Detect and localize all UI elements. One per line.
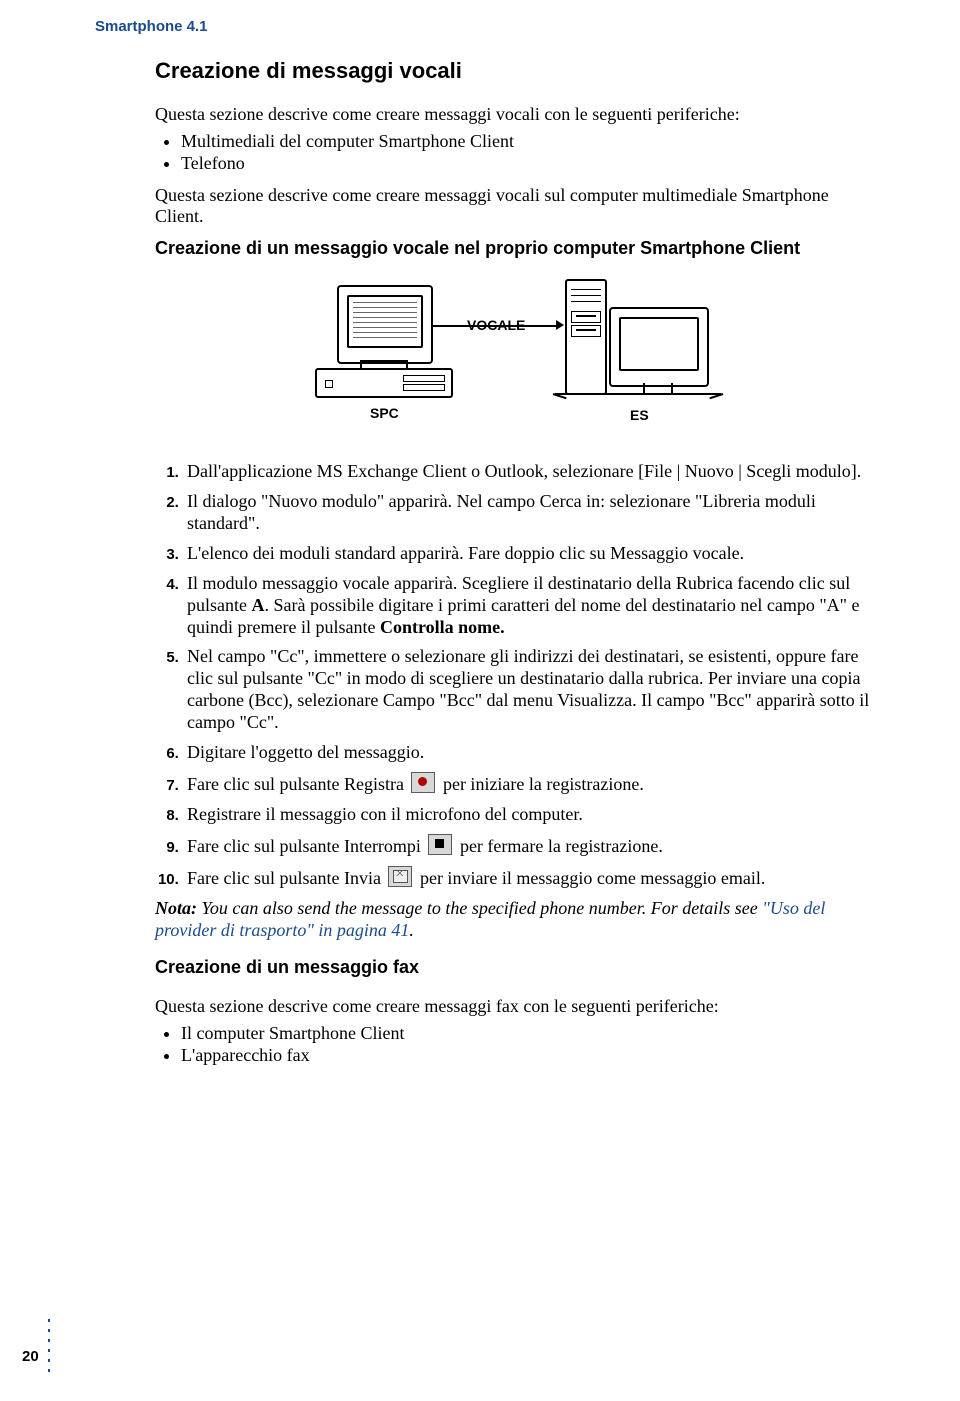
text: per fermare la registrazione.: [455, 836, 662, 856]
record-icon: [411, 772, 435, 793]
arrow-head-icon: [556, 320, 564, 330]
note-paragraph: Nota: You can also send the message to t…: [155, 898, 875, 941]
intro-paragraph-2: Questa sezione descrive come creare mess…: [155, 185, 875, 228]
tower-icon: [565, 279, 607, 395]
spc-base-icon: [315, 368, 453, 398]
content-area: Creazione di messaggi vocali Questa sezi…: [155, 58, 875, 1077]
fax-intro: Questa sezione descrive come creare mess…: [155, 996, 875, 1018]
subheading-vocal: Creazione di un messaggio vocale nel pro…: [155, 238, 875, 259]
step-4: Il modulo messaggio vocale apparirà. Sce…: [183, 573, 875, 639]
step-1: Dall'applicazione MS Exchange Client o O…: [183, 461, 875, 483]
es-label: ES: [630, 407, 649, 423]
page-number: 20: [22, 1348, 39, 1365]
note-tail: .: [409, 920, 414, 940]
send-icon: [388, 866, 412, 887]
step-2: Il dialogo "Nuovo modulo" apparirà. Nel …: [183, 491, 875, 535]
step-8: Registrare il messaggio con il microfono…: [183, 804, 875, 826]
spc-monitor-icon: [337, 285, 433, 364]
intro-bullet-list: Multimediali del computer Smartphone Cli…: [155, 130, 875, 175]
vocale-label: VOCALE: [467, 317, 525, 333]
step-5: Nel campo "Cc", immettere o selezionare …: [183, 646, 875, 734]
list-item: L'apparecchio fax: [181, 1044, 875, 1067]
running-head: Smartphone 4.1: [95, 18, 208, 35]
text: per inviare il messaggio come messaggio …: [415, 868, 765, 888]
es-foot-icon: [555, 393, 721, 395]
steps-list: Dall'applicazione MS Exchange Client o O…: [155, 461, 875, 890]
note-body: You can also send the message to the spe…: [197, 898, 762, 918]
text: Fare clic sul pulsante Invia: [187, 868, 385, 888]
step-3: L'elenco dei moduli standard apparirà. F…: [183, 543, 875, 565]
step-6: Digitare l'oggetto del messaggio.: [183, 742, 875, 764]
spc-label: SPC: [370, 405, 399, 421]
margin-dots-icon: [48, 1319, 50, 1379]
intro-paragraph-1: Questa sezione descrive come creare mess…: [155, 104, 875, 126]
text: Fare clic sul pulsante Registra: [187, 774, 408, 794]
step-7: Fare clic sul pulsante Registra per iniz…: [183, 772, 875, 796]
es-monitor-icon: [609, 307, 709, 387]
bold-A: A: [252, 595, 265, 615]
fax-bullet-list: Il computer Smartphone Client L'apparecc…: [155, 1022, 875, 1067]
subheading-fax: Creazione di un messaggio fax: [155, 957, 875, 978]
section-title: Creazione di messaggi vocali: [155, 58, 875, 84]
text: . Sarà possibile digitare i primi caratt…: [187, 595, 860, 637]
text: Fare clic sul pulsante Interrompi: [187, 836, 425, 856]
spc-es-diagram: SPC VOCALE ES: [255, 277, 775, 447]
text: per iniziare la registrazione.: [438, 774, 643, 794]
list-item: Il computer Smartphone Client: [181, 1022, 875, 1045]
list-item: Telefono: [181, 152, 875, 175]
step-10: Fare clic sul pulsante Invia per inviare…: [183, 866, 875, 890]
note-label: Nota:: [155, 898, 197, 918]
stop-icon: [428, 834, 452, 855]
bold-controlla: Controlla nome.: [380, 617, 505, 637]
list-item: Multimediali del computer Smartphone Cli…: [181, 130, 875, 153]
page: Smartphone 4.1 Creazione di messaggi voc…: [0, 0, 960, 1401]
step-9: Fare clic sul pulsante Interrompi per fe…: [183, 834, 875, 858]
